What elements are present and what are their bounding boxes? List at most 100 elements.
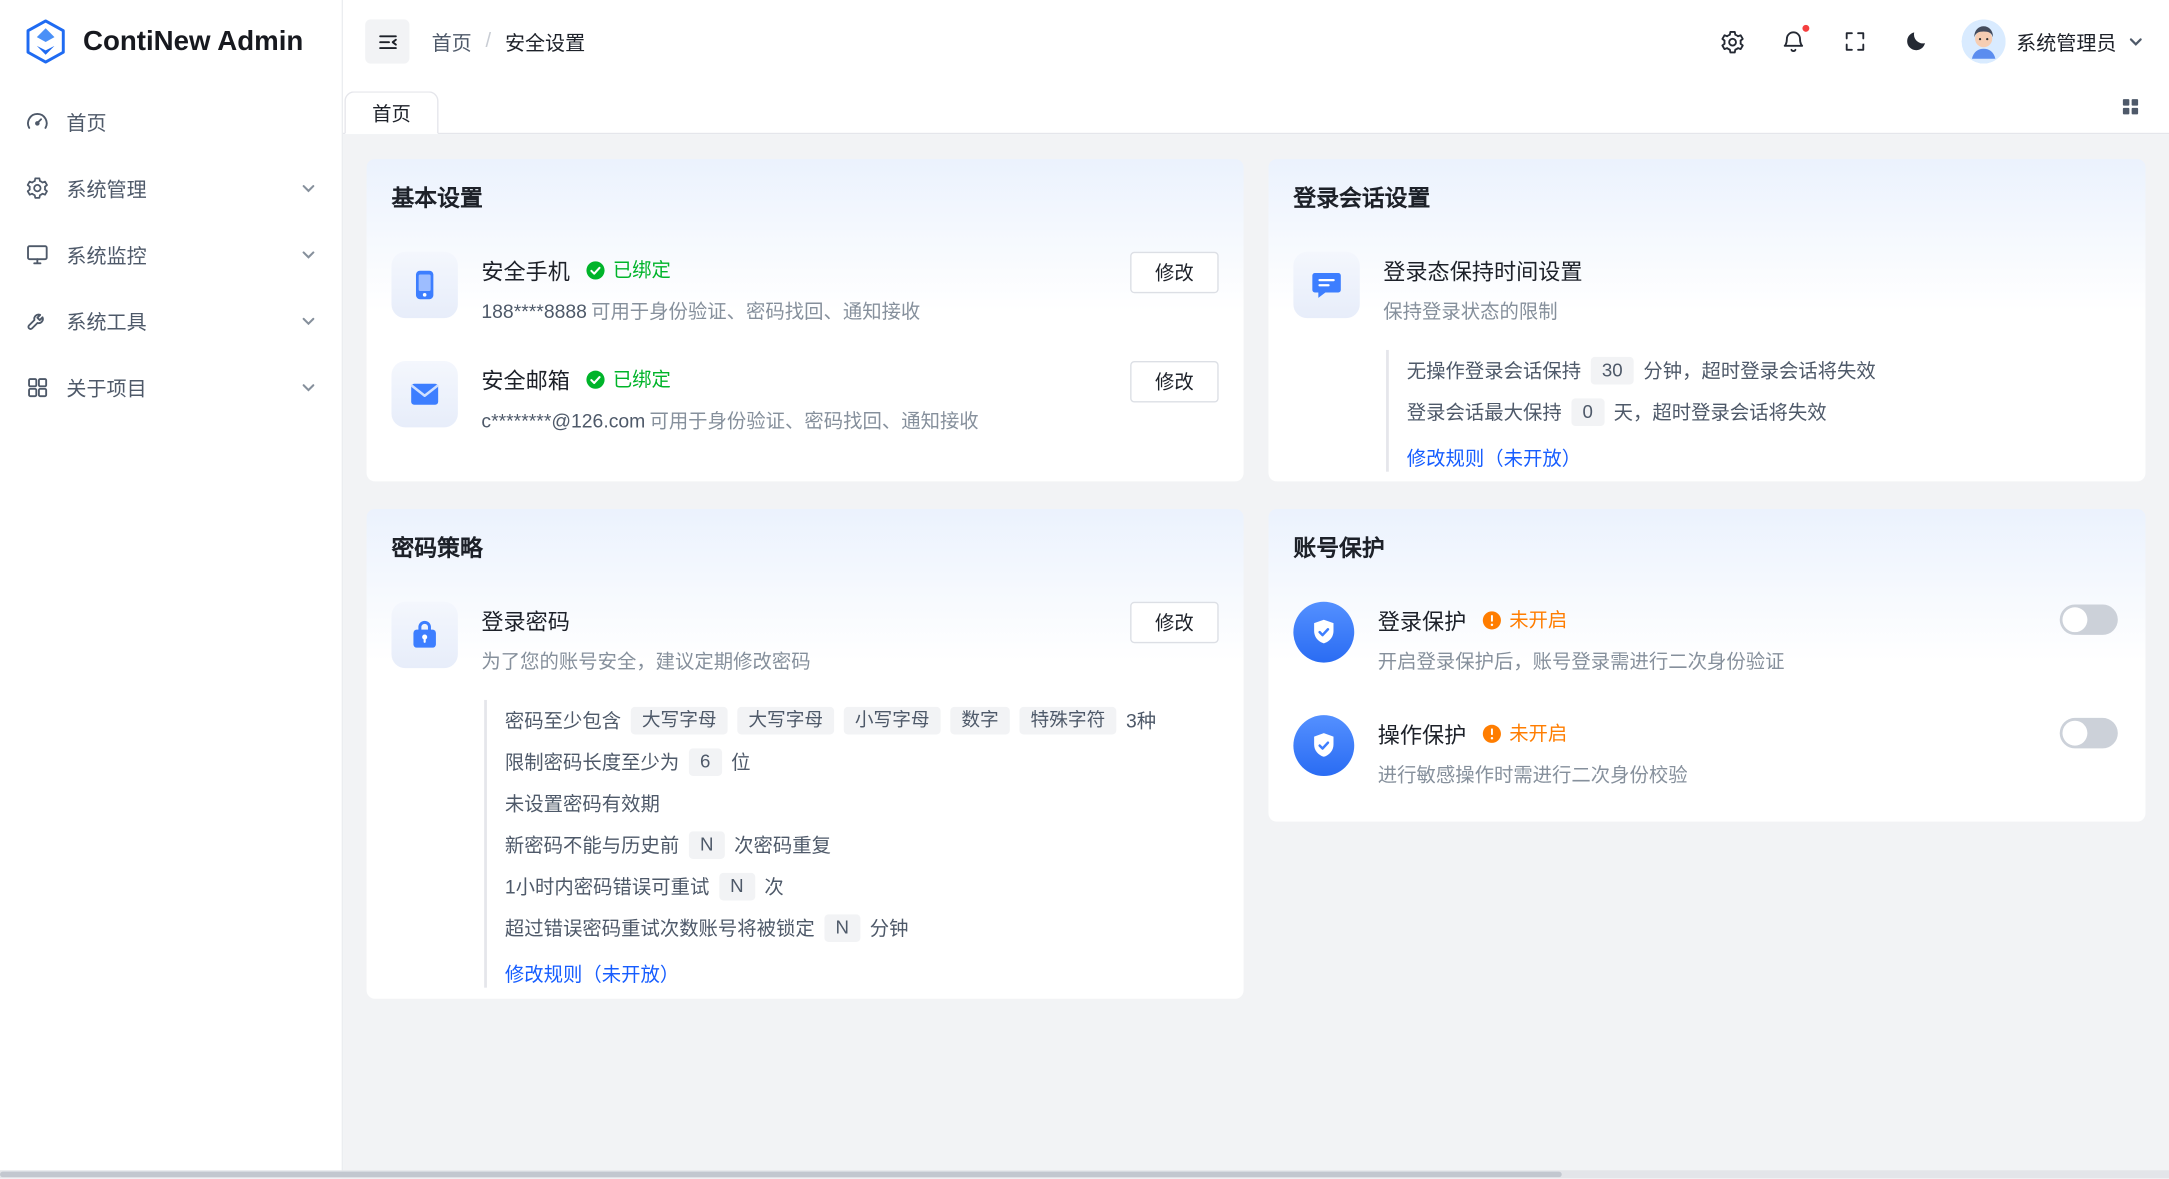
sidebar-item-system-management[interactable]: 系统管理 <box>11 160 331 215</box>
user-menu[interactable]: 系统管理员 <box>1961 19 2144 63</box>
sidebar: ContiNew Admin 首页 <box>0 0 343 1179</box>
modify-rules-link[interactable]: 修改规则（未开放） <box>1407 444 1581 472</box>
setting-description: 进行敏感操作时需进行二次身份校验 <box>1378 761 1688 789</box>
setting-label: 安全邮箱 <box>481 362 570 395</box>
card-title: 密码策略 <box>391 530 1218 563</box>
avatar <box>1961 19 2005 63</box>
setting-label: 登录保护 <box>1378 603 1467 636</box>
basic-settings-card: 基本设置 安全手机 <box>367 159 1244 481</box>
password-rules: 密码至少包含 大写字母 大写字母 小写字母 数字 特殊字符 3种 限制密码长度至… <box>484 700 1219 988</box>
status-badge: 未开启 <box>1482 719 1568 747</box>
gear-icon <box>25 176 50 201</box>
rule-password-contains: 密码至少包含 大写字母 大写字母 小写字母 数字 特殊字符 3种 <box>505 700 1219 741</box>
status-badge: 已绑定 <box>585 365 671 393</box>
tab-actions-button[interactable] <box>2114 90 2147 123</box>
settings-button[interactable] <box>1709 18 1756 65</box>
rule-tag: 大写字母 <box>631 706 728 734</box>
chevron-down-icon <box>300 246 317 263</box>
rule-tag: 小写字母 <box>844 706 941 734</box>
user-name: 系统管理员 <box>2016 27 2116 56</box>
rule-max-duration: 登录会话最大保持 0 天，超时登录会话将失效 <box>1407 391 2121 432</box>
rule-expiry: 未设置密码有效期 <box>505 783 1219 824</box>
modify-phone-button[interactable]: 修改 <box>1130 252 1219 293</box>
session-duration-row: 登录态保持时间设置 保持登录状态的限制 <box>1293 252 2120 325</box>
modify-email-button[interactable]: 修改 <box>1130 361 1219 402</box>
sidebar-item-system-tools[interactable]: 系统工具 <box>11 293 331 348</box>
email-address: c********@126.com <box>481 409 645 431</box>
sidebar-item-about-project[interactable]: 关于项目 <box>11 360 331 415</box>
sidebar-item-home[interactable]: 首页 <box>11 94 331 149</box>
security-phone-row: 安全手机 已绑定 188****8888可用于身份 <box>391 252 1218 325</box>
setting-description: 为了您的账号安全，建议定期修改密码 <box>481 647 810 675</box>
modify-rules-link[interactable]: 修改规则（未开放） <box>505 960 679 988</box>
mail-icon <box>391 361 457 427</box>
check-circle-icon <box>585 369 606 390</box>
rule-value: N <box>689 831 725 859</box>
alert-circle-icon <box>1482 609 1503 630</box>
login-protection-toggle[interactable] <box>2060 604 2118 634</box>
rule-value: N <box>824 914 860 942</box>
status-badge: 未开启 <box>1482 606 1568 634</box>
notification-dot <box>1800 24 1810 34</box>
login-protection-row: 登录保护 未开启 开启登录保护后，账号登录需进行二次身份验证 <box>1293 602 2120 675</box>
operation-protection-toggle[interactable] <box>2060 718 2118 748</box>
login-password-row: 登录密码 为了您的账号安全，建议定期修改密码 修改 <box>391 602 1218 675</box>
rule-tag: 特殊字符 <box>1019 706 1116 734</box>
breadcrumb-home[interactable]: 首页 <box>432 27 472 56</box>
sidebar-item-label: 系统工具 <box>66 306 146 335</box>
app-title: ContiNew Admin <box>83 26 303 58</box>
status-text: 未开启 <box>1509 606 1567 634</box>
rule-retry: 1小时内密码错误可重试 N 次 <box>505 866 1219 907</box>
sidebar-item-label: 关于项目 <box>66 373 146 402</box>
menu-fold-button[interactable] <box>365 19 409 63</box>
status-badge: 已绑定 <box>585 256 671 284</box>
sidebar-menu: 首页 系统管理 <box>0 83 342 437</box>
monitor-icon <box>25 242 50 267</box>
setting-label: 安全手机 <box>481 253 570 286</box>
shield-icon <box>1293 715 1354 776</box>
status-text: 已绑定 <box>613 365 671 393</box>
check-circle-icon <box>585 259 606 280</box>
dark-mode-button[interactable] <box>1892 18 1939 65</box>
password-policy-card: 密码策略 <box>367 509 1244 999</box>
security-email-row: 安全邮箱 已绑定 c********@126.co <box>391 361 1218 434</box>
account-protection-card: 账号保护 登录保护 <box>1268 509 2145 822</box>
breadcrumb: 首页 / 安全设置 <box>432 27 586 56</box>
rule-value: 6 <box>689 748 722 776</box>
rule-lock: 超过错误密码重试次数账号将被锁定 N 分钟 <box>505 907 1219 948</box>
sidebar-item-system-monitor[interactable]: 系统监控 <box>11 227 331 282</box>
setting-description: 188****8888可用于身份验证、密码找回、通知接收 <box>481 297 920 325</box>
phone-number: 188****8888 <box>481 300 587 322</box>
rule-min-length: 限制密码长度至少为 6 位 <box>505 741 1219 782</box>
operation-protection-row: 操作保护 未开启 进行敏感操作时需进行二次身份校验 <box>1293 715 2120 788</box>
sidebar-item-label: 系统管理 <box>66 174 146 203</box>
usage-hint: 可用于身份验证、密码找回、通知接收 <box>649 409 978 431</box>
top-header: 首页 / 安全设置 <box>343 0 2169 83</box>
horizontal-scrollbar[interactable] <box>0 1171 2169 1179</box>
modify-password-button[interactable]: 修改 <box>1130 602 1219 643</box>
status-text: 已绑定 <box>613 256 671 284</box>
fullscreen-icon <box>1842 29 1867 54</box>
fullscreen-button[interactable] <box>1831 18 1878 65</box>
rule-value: N <box>719 872 755 900</box>
setting-label: 登录密码 <box>481 603 570 636</box>
rule-value: 0 <box>1571 398 1604 426</box>
notifications-button[interactable] <box>1770 18 1817 65</box>
dashboard-icon <box>25 109 50 134</box>
card-title: 登录会话设置 <box>1293 180 2120 213</box>
lock-icon <box>391 602 457 668</box>
breadcrumb-current: 安全设置 <box>505 27 585 56</box>
tab-home[interactable]: 首页 <box>344 91 438 134</box>
chat-icon <box>1293 252 1359 318</box>
session-rules: 无操作登录会话保持 30 分钟，超时登录会话将失效 登录会话最大保持 0 天，超… <box>1386 350 2121 472</box>
toggle-knob <box>2062 721 2087 746</box>
scrollbar-thumb[interactable] <box>0 1172 1562 1178</box>
setting-description: c********@126.com可用于身份验证、密码找回、通知接收 <box>481 407 978 435</box>
app-logo[interactable]: ContiNew Admin <box>0 0 342 83</box>
chevron-down-icon <box>300 313 317 330</box>
gear-icon <box>1719 28 1745 54</box>
content-area: 基本设置 安全手机 <box>343 134 2169 1179</box>
usage-hint: 可用于身份验证、密码找回、通知接收 <box>591 300 920 322</box>
chevron-down-icon <box>2128 33 2145 50</box>
apps-grid-icon <box>25 375 50 400</box>
